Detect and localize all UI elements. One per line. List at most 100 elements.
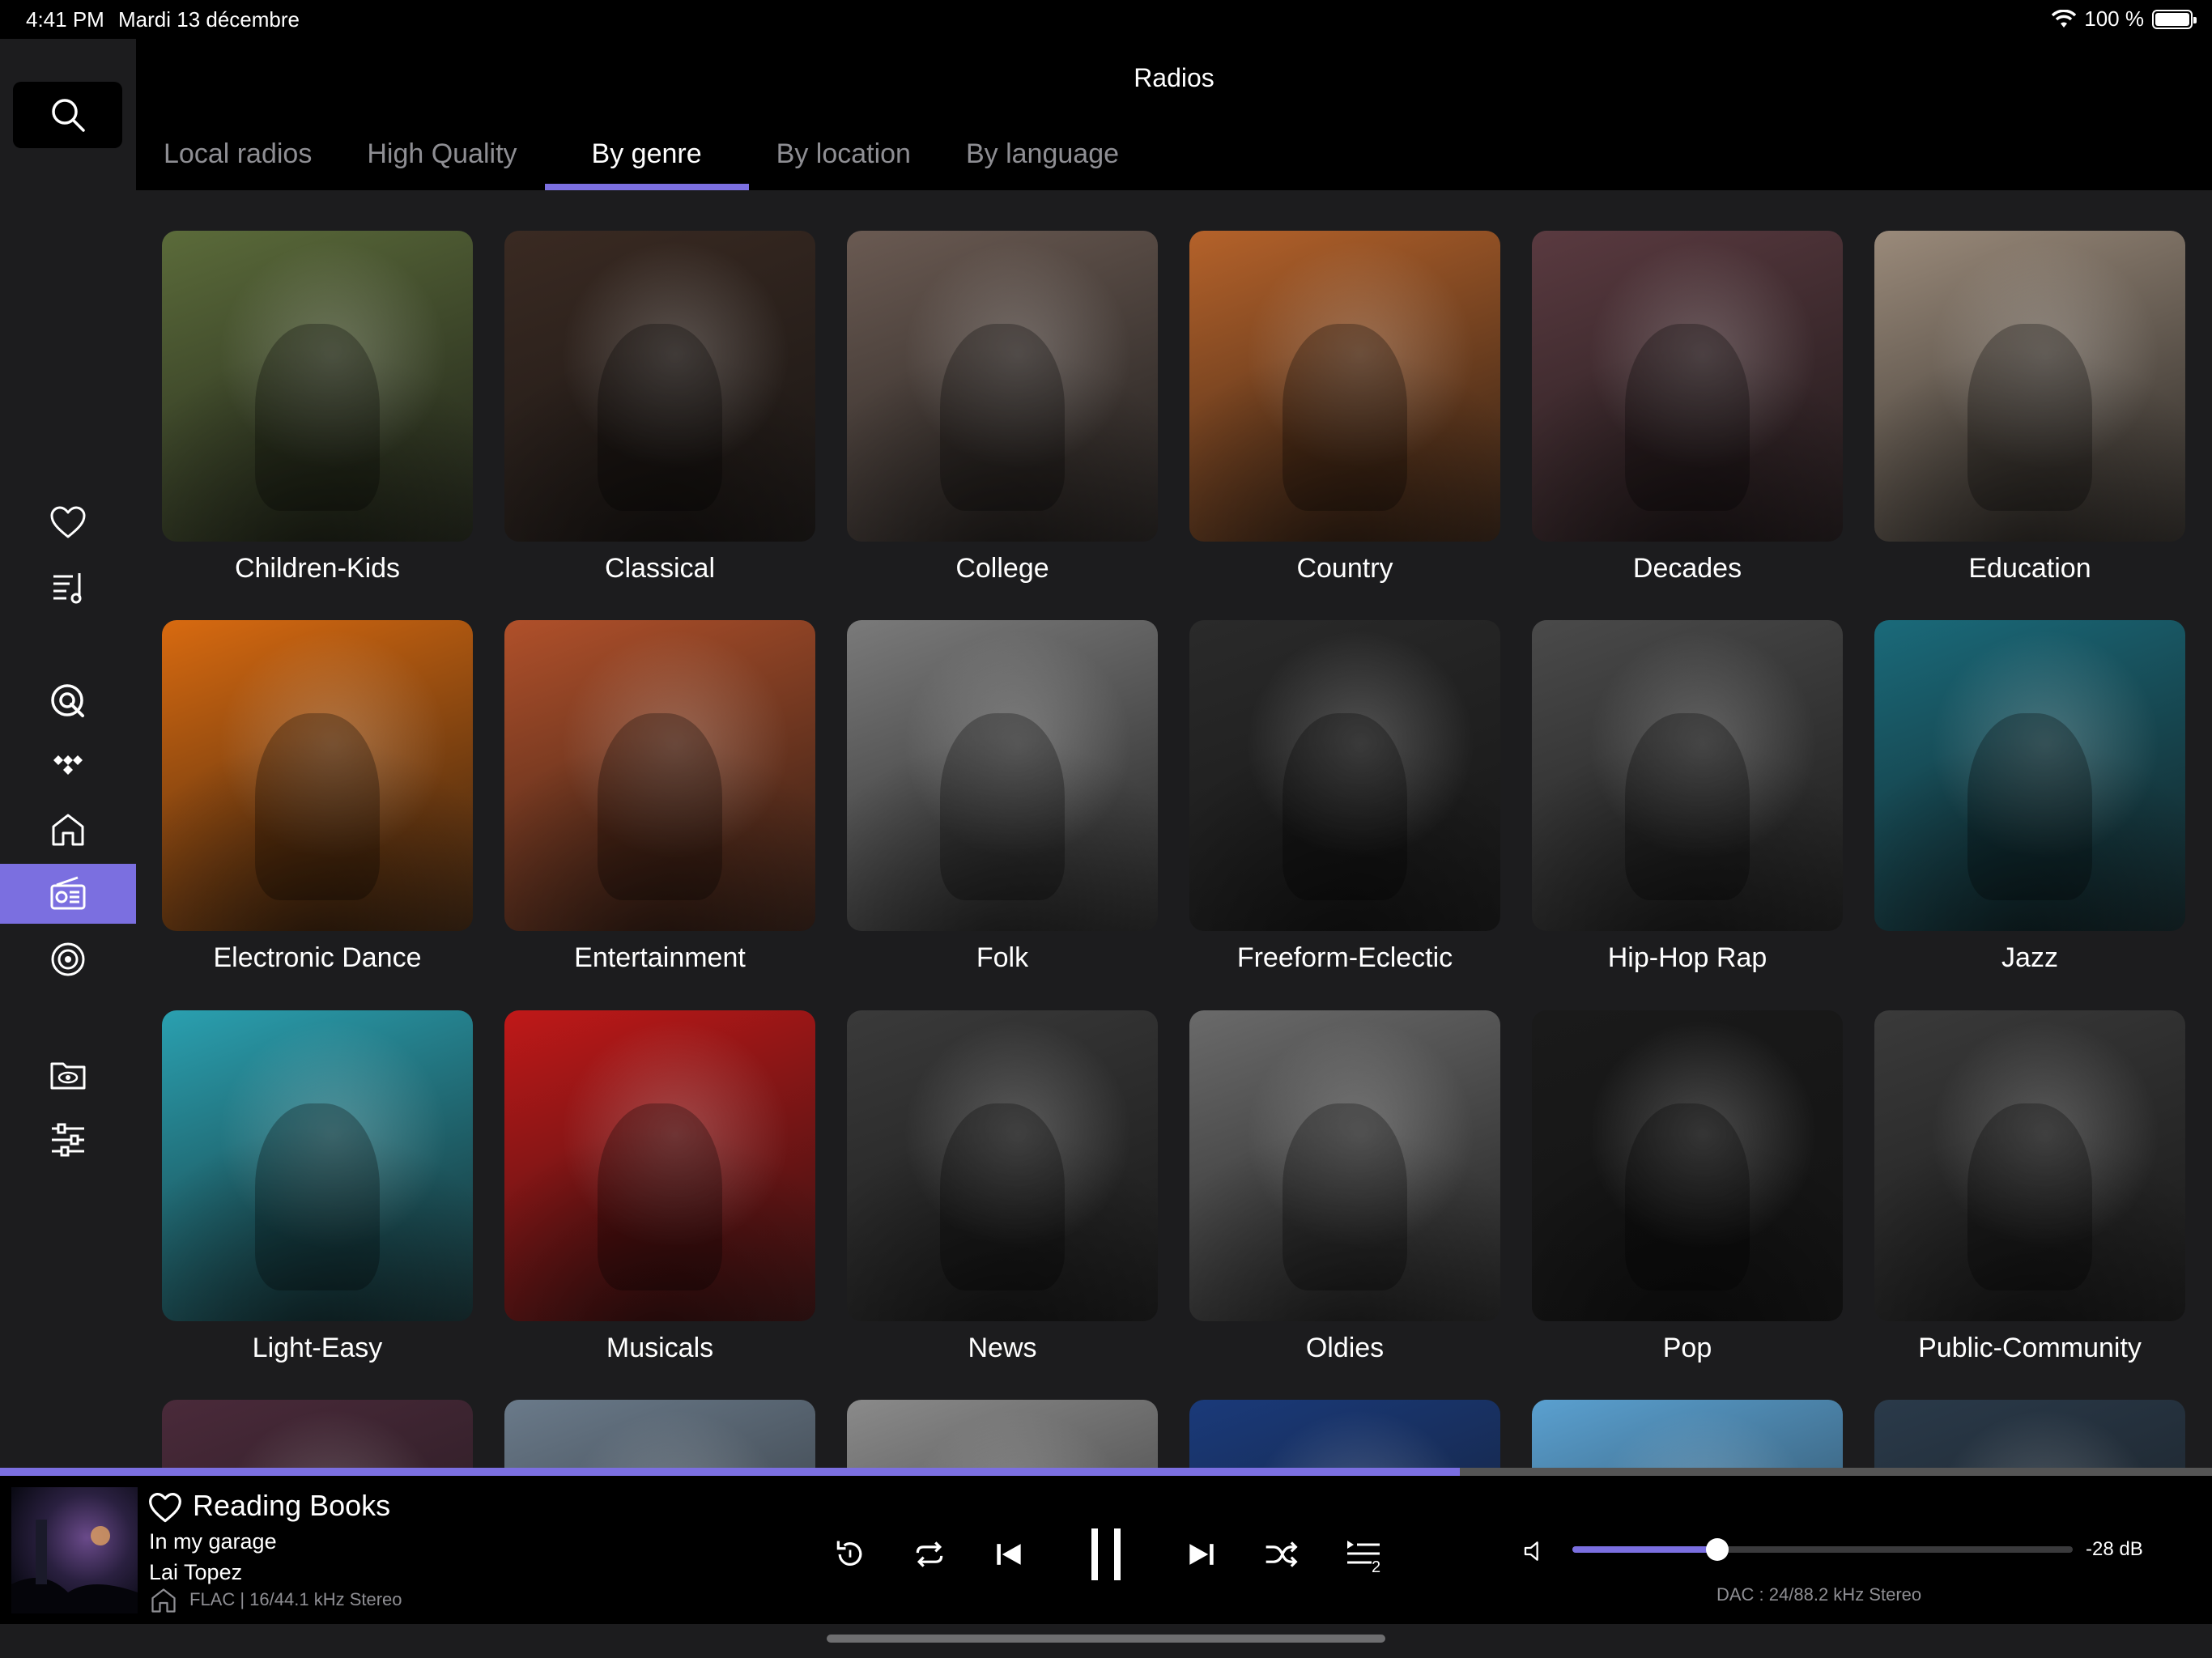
genre-grid: Children-Kids Classical College Country Deca… bbox=[136, 190, 2212, 1468]
genre-tile-education[interactable]: Education bbox=[1874, 231, 2185, 585]
source-home-icon bbox=[151, 1588, 176, 1613]
genre-tile-country[interactable]: Country bbox=[1189, 231, 1500, 585]
genre-image bbox=[1874, 620, 2185, 931]
playback-progress[interactable] bbox=[0, 1468, 2212, 1476]
album-cover[interactable] bbox=[11, 1487, 138, 1613]
volume-knob[interactable] bbox=[1706, 1538, 1729, 1561]
genre-tile-light-easy[interactable]: Light-Easy bbox=[162, 1010, 473, 1364]
mute-button[interactable] bbox=[1519, 1533, 1551, 1569]
genre-image bbox=[1189, 231, 1500, 542]
volume-slider[interactable] bbox=[1572, 1546, 2073, 1553]
genre-image bbox=[504, 231, 815, 542]
genre-tile-musicals[interactable]: Musicals bbox=[504, 1010, 815, 1364]
genre-image bbox=[1189, 620, 1500, 931]
sidebar-item-settings[interactable] bbox=[0, 1110, 136, 1170]
genre-image bbox=[1874, 1400, 2185, 1468]
genre-label: Light-Easy bbox=[252, 1333, 383, 1363]
sidebar-item-tidal[interactable] bbox=[0, 733, 136, 793]
sidebar-item-podcasts[interactable] bbox=[0, 929, 136, 989]
genre-tile-hip-hop-rap[interactable]: Hip-Hop Rap bbox=[1532, 620, 1843, 974]
replay-button[interactable] bbox=[829, 1533, 871, 1575]
genre-tile-pop[interactable]: Pop bbox=[1532, 1010, 1843, 1364]
genre-label: Freeform-Eclectic bbox=[1236, 942, 1453, 973]
genre-image bbox=[1189, 1400, 1500, 1468]
genre-tile-genre-20[interactable] bbox=[504, 1400, 815, 1468]
genre-image bbox=[847, 1400, 1158, 1468]
home-indicator[interactable] bbox=[827, 1635, 1385, 1643]
genre-tile-genre-19[interactable] bbox=[162, 1400, 473, 1468]
previous-button[interactable] bbox=[988, 1533, 1030, 1575]
search-icon bbox=[51, 99, 85, 132]
genre-label: Folk bbox=[976, 942, 1029, 973]
dac-info: DAC : 24/88.2 kHz Stereo bbox=[1716, 1584, 1922, 1605]
genre-tile-decades[interactable]: Decades bbox=[1532, 231, 1843, 585]
player-bar: Reading Books In my garage Lai Topez FLA… bbox=[0, 1476, 2212, 1624]
sidebar-item-qobuz[interactable] bbox=[0, 671, 136, 731]
skip-previous-icon bbox=[997, 1544, 1021, 1565]
genre-image bbox=[162, 231, 473, 542]
genre-image bbox=[1532, 231, 1843, 542]
queue-button[interactable]: 2 bbox=[1339, 1531, 1388, 1579]
tab-by-genre[interactable]: By genre bbox=[544, 128, 749, 190]
tab-by-location[interactable]: By location bbox=[749, 128, 938, 190]
genre-tile-children-kids[interactable]: Children-Kids bbox=[162, 231, 473, 585]
pause-icon bbox=[1091, 1528, 1121, 1580]
tab-bar: Local radios High Quality By genre By lo… bbox=[136, 128, 1146, 190]
genre-tile-classical[interactable]: Classical bbox=[504, 231, 815, 585]
genre-label: Electronic Dance bbox=[213, 942, 422, 973]
genre-image bbox=[1874, 231, 2185, 542]
genre-image bbox=[504, 1400, 815, 1468]
genre-label: College bbox=[955, 553, 1049, 584]
sidebar-item-folders[interactable] bbox=[0, 1045, 136, 1105]
genre-image bbox=[504, 620, 815, 931]
search-button[interactable] bbox=[13, 82, 122, 148]
genre-tile-freeform-eclectic[interactable]: Freeform-Eclectic bbox=[1189, 620, 1500, 974]
track-album: In my garage bbox=[149, 1529, 277, 1554]
favorite-track-icon[interactable] bbox=[147, 1490, 183, 1526]
genre-label: Education bbox=[1968, 553, 2091, 584]
genre-label: Jazz bbox=[2001, 942, 2058, 973]
genre-label: Classical bbox=[604, 553, 716, 584]
next-button[interactable] bbox=[1180, 1533, 1223, 1575]
genre-image bbox=[847, 231, 1158, 542]
genre-tile-electronic-dance[interactable]: Electronic Dance bbox=[162, 620, 473, 974]
genre-label: News bbox=[968, 1333, 1037, 1363]
genre-tile-entertainment[interactable]: Entertainment bbox=[504, 620, 815, 974]
repeat-icon bbox=[916, 1541, 943, 1567]
genre-tile-oldies[interactable]: Oldies bbox=[1189, 1010, 1500, 1364]
sidebar-item-radios[interactable] bbox=[0, 864, 136, 924]
genre-tile-genre-21[interactable] bbox=[847, 1400, 1158, 1468]
pause-button[interactable] bbox=[1080, 1520, 1132, 1588]
shuffle-button[interactable] bbox=[1260, 1533, 1302, 1575]
genre-tile-genre-22[interactable] bbox=[1189, 1400, 1500, 1468]
genre-image bbox=[162, 1010, 473, 1321]
sidebar-item-home[interactable] bbox=[0, 800, 136, 860]
genre-image bbox=[1189, 1010, 1500, 1321]
track-artist: Lai Topez bbox=[149, 1560, 243, 1584]
genre-tile-genre-24[interactable] bbox=[1874, 1400, 2185, 1468]
speaker-icon bbox=[1524, 1541, 1538, 1561]
repeat-button[interactable] bbox=[908, 1533, 951, 1575]
genre-label: Decades bbox=[1632, 553, 1742, 584]
genre-tile-genre-23[interactable] bbox=[1532, 1400, 1843, 1468]
track-format: FLAC | 16/44.1 kHz Stereo bbox=[189, 1589, 402, 1609]
battery-icon bbox=[2152, 9, 2197, 29]
playlist-icon bbox=[53, 573, 82, 604]
tab-high-quality[interactable]: High Quality bbox=[339, 128, 544, 190]
genre-tile-public-community[interactable]: Public-Community bbox=[1874, 1010, 2185, 1364]
genre-tile-college[interactable]: College bbox=[847, 231, 1158, 585]
battery-percent: 100 % bbox=[2084, 6, 2144, 31]
page-title: Radios bbox=[1134, 63, 1214, 92]
sidebar-item-playlists[interactable] bbox=[0, 558, 136, 618]
genre-image bbox=[504, 1010, 815, 1321]
genre-tile-news[interactable]: News bbox=[847, 1010, 1158, 1364]
genre-tile-jazz[interactable]: Jazz bbox=[1874, 620, 2185, 974]
tab-local-radios[interactable]: Local radios bbox=[136, 128, 339, 190]
tab-by-language[interactable]: By language bbox=[938, 128, 1146, 190]
folder-eye-icon bbox=[50, 1062, 86, 1090]
genre-tile-folk[interactable]: Folk bbox=[847, 620, 1158, 974]
skip-next-icon bbox=[1189, 1544, 1214, 1565]
sidebar-item-favorites[interactable] bbox=[0, 493, 136, 553]
genre-label: Children-Kids bbox=[234, 553, 401, 584]
genre-image bbox=[162, 1400, 473, 1468]
